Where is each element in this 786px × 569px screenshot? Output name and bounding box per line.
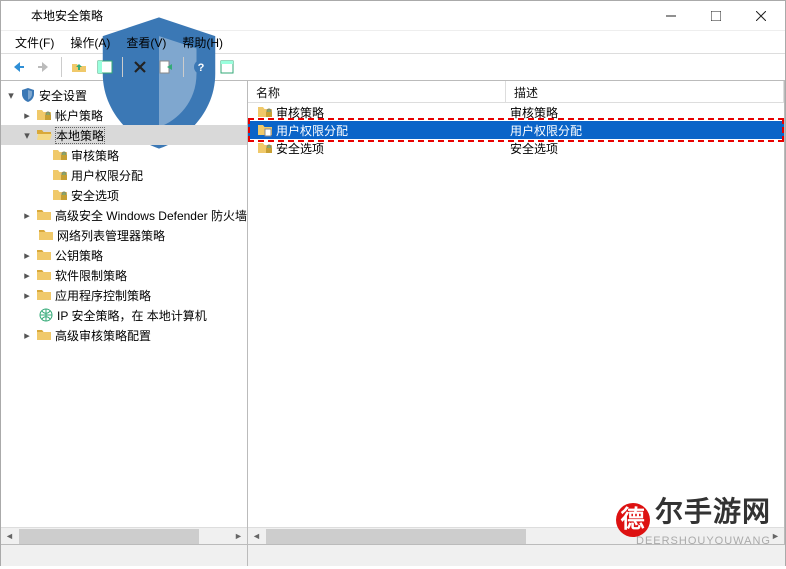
export-list-button[interactable] (155, 56, 177, 78)
folder-icon (36, 247, 52, 263)
folder-doc-icon (257, 122, 273, 138)
net-icon (38, 307, 54, 323)
chevron-right-icon[interactable]: ▸ (21, 289, 33, 302)
help-button[interactable] (190, 56, 212, 78)
tree-item-label: 高级审核策略配置 (55, 327, 151, 344)
tree-item-label: 软件限制策略 (55, 267, 127, 284)
scroll-left-icon[interactable]: ◄ (1, 528, 18, 545)
up-level-button[interactable] (68, 56, 90, 78)
tree-item-software-restriction[interactable]: ▸ 软件限制策略 (1, 265, 247, 285)
tree-pane: ▾ 安全设置 ▸ 帐户策略 ▾ 本地策略 审核策略 用户权限分配 (1, 81, 248, 544)
menu-help[interactable]: 帮助(H) (176, 32, 229, 53)
toolbar-sep (61, 57, 62, 77)
watermark: 德 尔手游网 DEERSHOUYOUWANG (616, 490, 771, 547)
chevron-down-icon[interactable]: ▾ (5, 89, 17, 102)
watermark-text: 尔手游网 (655, 496, 771, 527)
tree-root[interactable]: ▾ 安全设置 (1, 85, 247, 105)
minimize-button[interactable] (648, 1, 693, 30)
forward-button[interactable] (33, 56, 55, 78)
menu-file[interactable]: 文件(F) (9, 32, 60, 53)
folder-icon (36, 207, 52, 223)
chevron-right-icon[interactable]: ▸ (21, 249, 33, 262)
tree-item-security-options[interactable]: 安全选项 (1, 185, 247, 205)
folder-lock-icon (52, 147, 68, 163)
folder-lock-icon (52, 187, 68, 203)
watermark-circle: 德 (616, 503, 650, 537)
col-header-desc[interactable]: 描述 (506, 81, 784, 102)
tree-item-label: 高级安全 Windows Defender 防火墙 (55, 207, 247, 224)
chevron-right-icon[interactable]: ▸ (21, 109, 33, 122)
tree-item-label: 帐户策略 (55, 107, 103, 124)
tree-item-ipsec[interactable]: IP 安全策略，在 本地计算机 (1, 305, 247, 325)
scroll-thumb[interactable] (266, 529, 526, 544)
tree-item-label: 应用程序控制策略 (55, 287, 151, 304)
list-cell-desc: 用户权限分配 (506, 122, 784, 139)
list-cell-desc: 审核策略 (506, 104, 784, 121)
tree-root-label: 安全设置 (39, 87, 87, 104)
properties-button[interactable] (216, 56, 238, 78)
folder-icon (36, 327, 52, 343)
scroll-left-icon[interactable]: ◄ (248, 528, 265, 545)
tree-item-public-key[interactable]: ▸ 公钥策略 (1, 245, 247, 265)
list-row-user-rights[interactable]: 用户权限分配 用户权限分配 (248, 121, 784, 139)
tree-item-audit-policy[interactable]: 审核策略 (1, 145, 247, 165)
chevron-right-icon[interactable]: ▸ (21, 269, 33, 282)
tree-item-label: IP 安全策略，在 本地计算机 (57, 307, 207, 324)
app-icon (9, 8, 25, 24)
maximize-button[interactable] (693, 1, 738, 30)
folder-open-icon (36, 127, 52, 143)
scroll-right-icon[interactable]: ► (230, 528, 247, 545)
folder-lock-icon (257, 140, 273, 156)
tree-item-local-policies[interactable]: ▾ 本地策略 (1, 125, 247, 145)
tree-item-network-list[interactable]: 网络列表管理器策略 (1, 225, 247, 245)
list-pane: 名称 描述 审核策略 审核策略 用户权限分配 用户权限分配 安全选项 安全选项 … (248, 81, 785, 544)
toolbar-sep (183, 57, 184, 77)
tree-item-label: 安全选项 (71, 187, 119, 204)
window-title: 本地安全策略 (31, 7, 648, 24)
list-header: 名称 描述 (248, 81, 784, 103)
chevron-right-icon[interactable]: ▸ (21, 329, 33, 342)
folder-lock-icon (257, 104, 273, 120)
col-header-name[interactable]: 名称 (248, 81, 506, 102)
shield-icon (20, 87, 36, 103)
scroll-thumb[interactable] (19, 529, 199, 544)
folder-lock-icon (36, 107, 52, 123)
delete-button[interactable] (129, 56, 151, 78)
tree-item-account-policies[interactable]: ▸ 帐户策略 (1, 105, 247, 125)
list-row-security-options[interactable]: 安全选项 安全选项 (248, 139, 784, 157)
menu-view[interactable]: 查看(V) (120, 32, 172, 53)
tree-item-label: 用户权限分配 (71, 167, 143, 184)
body: ▾ 安全设置 ▸ 帐户策略 ▾ 本地策略 审核策略 用户权限分配 (1, 81, 785, 544)
watermark-sub: DEERSHOUYOUWANG (616, 535, 771, 547)
tree-hscrollbar[interactable]: ◄ ► (1, 527, 247, 544)
statusbar (1, 544, 785, 566)
tree-item-app-control[interactable]: ▸ 应用程序控制策略 (1, 285, 247, 305)
back-button[interactable] (7, 56, 29, 78)
menu-action[interactable]: 操作(A) (64, 32, 116, 53)
list-cell-desc: 安全选项 (506, 140, 784, 157)
chevron-down-icon[interactable]: ▾ (21, 129, 33, 142)
chevron-right-icon[interactable]: ▸ (21, 209, 33, 222)
titlebar: 本地安全策略 (1, 1, 785, 31)
list-body: 审核策略 审核策略 用户权限分配 用户权限分配 安全选项 安全选项 (248, 103, 784, 527)
tree-item-label: 审核策略 (71, 147, 119, 164)
tree-item-label: 本地策略 (55, 127, 105, 144)
tree-item-label: 公钥策略 (55, 247, 103, 264)
list-cell-name: 安全选项 (276, 140, 324, 157)
folder-icon (38, 227, 54, 243)
show-hide-tree-button[interactable] (94, 56, 116, 78)
close-button[interactable] (738, 1, 783, 30)
list-row-audit[interactable]: 审核策略 审核策略 (248, 103, 784, 121)
toolbar-sep (122, 57, 123, 77)
tree-item-advanced-audit[interactable]: ▸ 高级审核策略配置 (1, 325, 247, 345)
tree-item-label: 网络列表管理器策略 (57, 227, 165, 244)
folder-icon (36, 287, 52, 303)
tree-item-defender-firewall[interactable]: ▸ 高级安全 Windows Defender 防火墙 (1, 205, 247, 225)
folder-lock-icon (52, 167, 68, 183)
list-cell-name: 审核策略 (276, 104, 324, 121)
folder-icon (36, 267, 52, 283)
tree-item-user-rights[interactable]: 用户权限分配 (1, 165, 247, 185)
list-cell-name: 用户权限分配 (276, 122, 348, 139)
